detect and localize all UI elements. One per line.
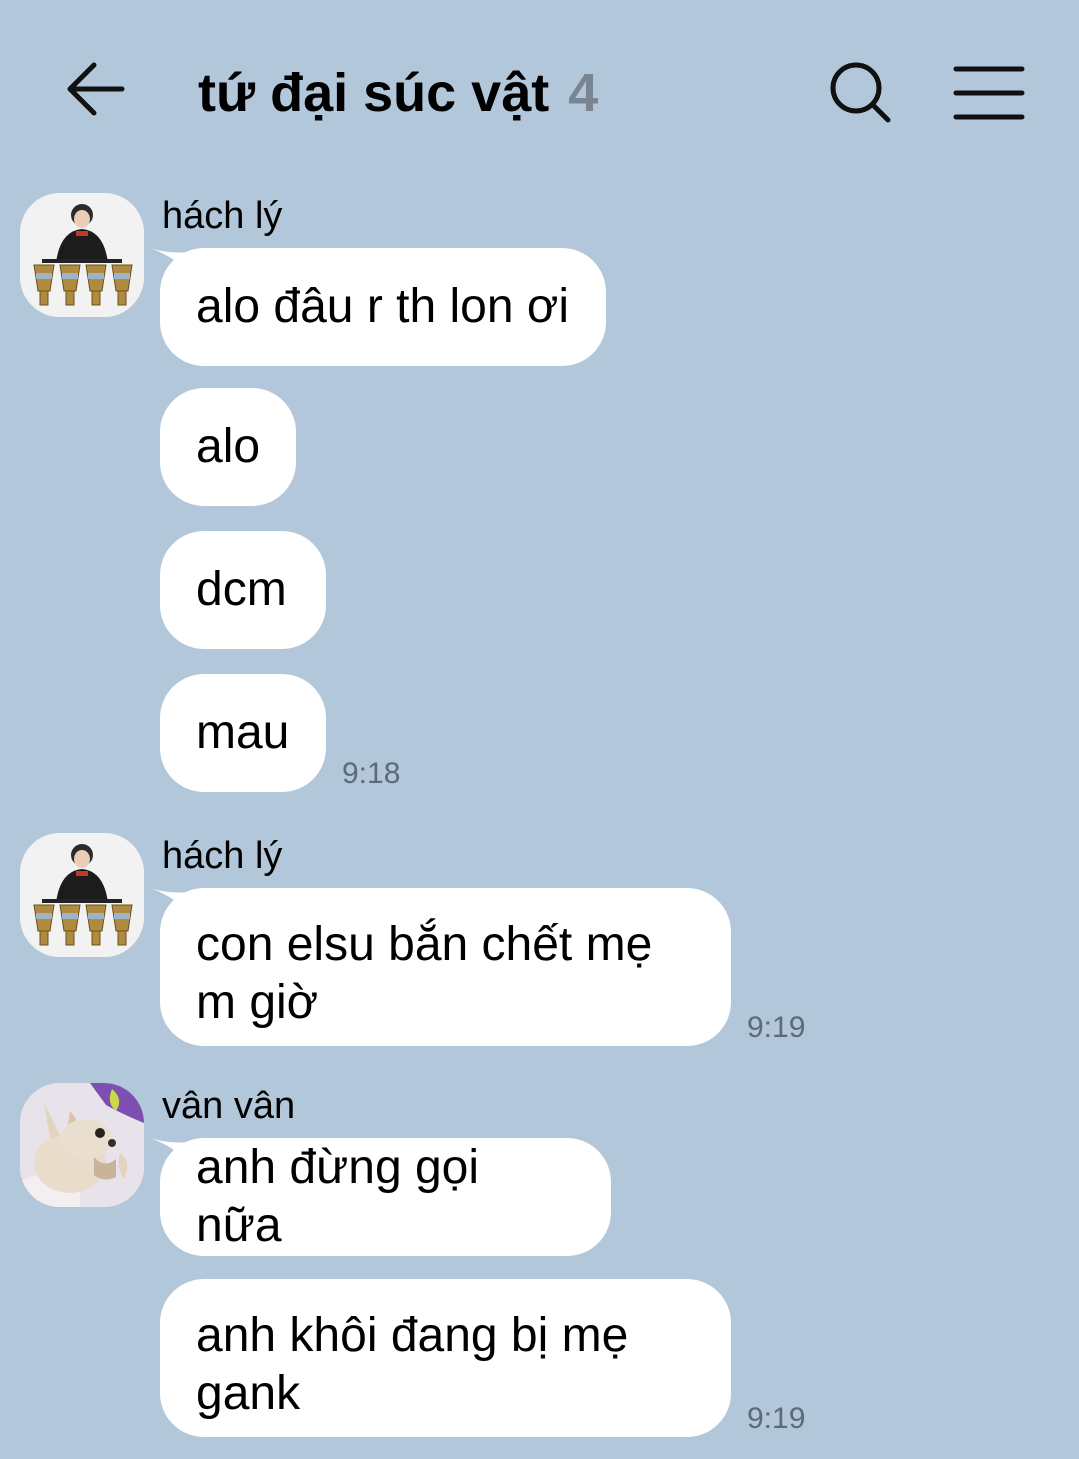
message-text: anh khôi đang bị mẹ gank	[196, 1307, 628, 1423]
message-time: 9:19	[747, 1402, 806, 1435]
back-arrow-icon	[67, 62, 125, 116]
sender-name: hách lý	[162, 835, 283, 877]
menu-button[interactable]	[950, 58, 1028, 128]
message-text: alo đâu r th lon ơi	[196, 280, 570, 333]
member-count: 4	[568, 63, 599, 123]
message-text: anh đừng gọi nữa	[196, 1141, 480, 1252]
chat-title: tứ đại súc vật 4	[198, 60, 598, 126]
message-line: con elsu bắn chết mẹ	[196, 918, 653, 971]
avatar-hach-ly[interactable]	[20, 833, 144, 957]
message-bubble[interactable]: anh khôi đang bị mẹ gank	[160, 1279, 731, 1437]
sender-name: vân vân	[162, 1085, 296, 1127]
avatar-hach-ly[interactable]	[20, 193, 144, 317]
search-icon	[830, 62, 891, 123]
chat-title-text: tứ đại súc vật	[198, 63, 550, 123]
message-line: m giờ	[196, 976, 319, 1029]
sender-name: hách lý	[162, 195, 283, 237]
back-button[interactable]	[60, 55, 132, 127]
message-line: anh khôi đang bị mẹ	[196, 1309, 629, 1362]
message-bubble[interactable]: con elsu bắn chết mẹ m giờ	[160, 888, 731, 1046]
message-text: con elsu bắn chết mẹ m giờ	[196, 916, 652, 1032]
search-button[interactable]	[826, 58, 896, 128]
message-line: gank	[196, 1367, 301, 1420]
message-time: 9:18	[342, 757, 401, 790]
message-text: dcm	[196, 563, 287, 616]
message-bubble[interactable]: anh đừng gọi nữa	[160, 1138, 611, 1256]
chat-header: tứ đại súc vật 4	[0, 0, 1079, 180]
hamburger-menu-icon	[953, 66, 1025, 120]
dog-avatar-image	[20, 1083, 144, 1207]
message-bubble[interactable]: alo đâu r th lon ơi	[160, 248, 606, 366]
player-with-trophies-avatar-image	[20, 833, 144, 957]
message-text: mau	[196, 706, 290, 759]
message-bubble[interactable]: alo	[160, 388, 296, 506]
message-time: 9:19	[747, 1011, 806, 1044]
avatar-van-van[interactable]	[20, 1083, 144, 1207]
message-text: alo	[196, 420, 261, 473]
message-bubble[interactable]: mau	[160, 674, 326, 792]
message-bubble[interactable]: dcm	[160, 531, 326, 649]
player-with-trophies-avatar-image	[20, 193, 144, 317]
